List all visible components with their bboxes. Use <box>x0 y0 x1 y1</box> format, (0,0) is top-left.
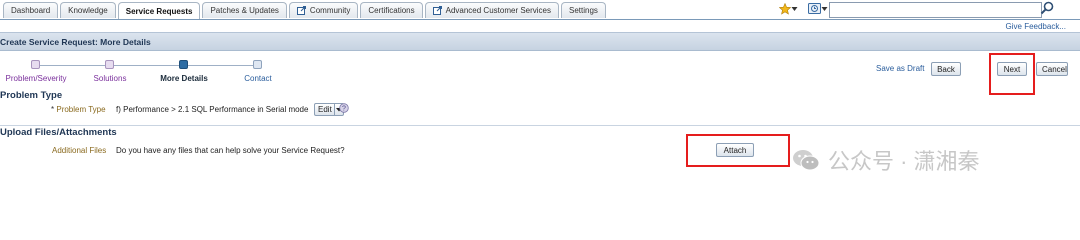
tab-service-requests[interactable]: Service Requests <box>117 2 201 19</box>
train-label-contact[interactable]: Contact <box>244 74 272 83</box>
problem-type-value: f) Performance > 2.1 SQL Performance in … <box>116 105 309 114</box>
search-icon <box>1040 1 1054 15</box>
svg-text:?: ? <box>342 106 346 113</box>
additional-files-label: Additional Files <box>52 146 107 155</box>
help-icon[interactable]: ? <box>339 103 349 113</box>
required-marker: * <box>51 105 55 114</box>
tab-label: Knowledge <box>68 6 108 15</box>
chevron-down-icon <box>821 6 828 11</box>
problem-type-label-text: Problem Type <box>56 105 106 114</box>
global-tab-bar: Dashboard Knowledge Service Requests Pat… <box>0 0 1080 20</box>
section-divider <box>0 125 1080 126</box>
tab-label: Certifications <box>368 6 415 15</box>
next-highlight-box <box>989 53 1035 95</box>
train-stop-contact[interactable] <box>253 60 262 69</box>
tab-label: Patches & Updates <box>210 6 279 15</box>
watermark-text: 公众号 · 潇湘秦 <box>828 149 980 174</box>
search-input[interactable] <box>829 2 1042 18</box>
external-link-icon <box>432 6 442 15</box>
train-stop-problem-severity[interactable] <box>31 60 40 69</box>
page-title: Create Service Request: More Details <box>0 37 151 47</box>
search-button[interactable] <box>1040 1 1054 17</box>
tab-community[interactable]: Community <box>288 2 359 18</box>
train-stop-more-details <box>179 60 188 69</box>
tab-label: Service Requests <box>125 6 193 16</box>
problem-type-heading: Problem Type <box>0 90 63 101</box>
edit-button-label: Edit <box>318 105 332 114</box>
wizard-train: Problem/Severity Solutions More Details … <box>0 60 300 86</box>
star-icon <box>779 3 791 15</box>
recent-pages-icon <box>808 3 821 14</box>
tab-label: Settings <box>569 6 598 15</box>
save-as-draft-link[interactable]: Save as Draft <box>876 64 924 73</box>
tab-patches-updates[interactable]: Patches & Updates <box>202 2 287 18</box>
favorites-menu[interactable] <box>779 3 798 15</box>
tab-settings[interactable]: Settings <box>561 2 606 18</box>
attach-highlight-box <box>686 134 790 167</box>
back-button[interactable]: Back <box>931 62 961 76</box>
tab-knowledge[interactable]: Knowledge <box>60 2 116 18</box>
upload-heading: Upload Files/Attachments <box>0 127 117 138</box>
wechat-logo-icon <box>793 150 820 171</box>
watermark: 公众号 · 潇湘秦 <box>792 144 980 176</box>
page-header: Create Service Request: More Details <box>0 32 1080 51</box>
tab-label: Community <box>309 6 351 15</box>
tab-label: Advanced Customer Services <box>445 6 552 15</box>
tab-dashboard[interactable]: Dashboard <box>3 2 59 18</box>
train-label-problem-severity[interactable]: Problem/Severity <box>6 74 67 83</box>
problem-type-label: * Problem Type <box>51 105 106 114</box>
tab-certifications[interactable]: Certifications <box>360 2 423 18</box>
give-feedback-link[interactable]: Give Feedback... <box>1006 22 1066 31</box>
external-link-icon <box>296 6 306 15</box>
tab-advanced-customer-services[interactable]: Advanced Customer Services <box>424 2 560 18</box>
tab-label: Dashboard <box>11 6 51 15</box>
recent-pages-menu[interactable] <box>808 3 828 14</box>
train-label-solutions[interactable]: Solutions <box>94 74 127 83</box>
train-stop-solutions[interactable] <box>105 60 114 69</box>
train-connector <box>35 65 259 66</box>
tab-list: Dashboard Knowledge Service Requests Pat… <box>3 2 608 19</box>
chevron-down-icon <box>791 7 798 11</box>
additional-files-question: Do you have any files that can help solv… <box>116 146 345 155</box>
train-label-more-details: More Details <box>160 74 208 83</box>
cancel-button[interactable]: Cancel <box>1036 62 1068 76</box>
